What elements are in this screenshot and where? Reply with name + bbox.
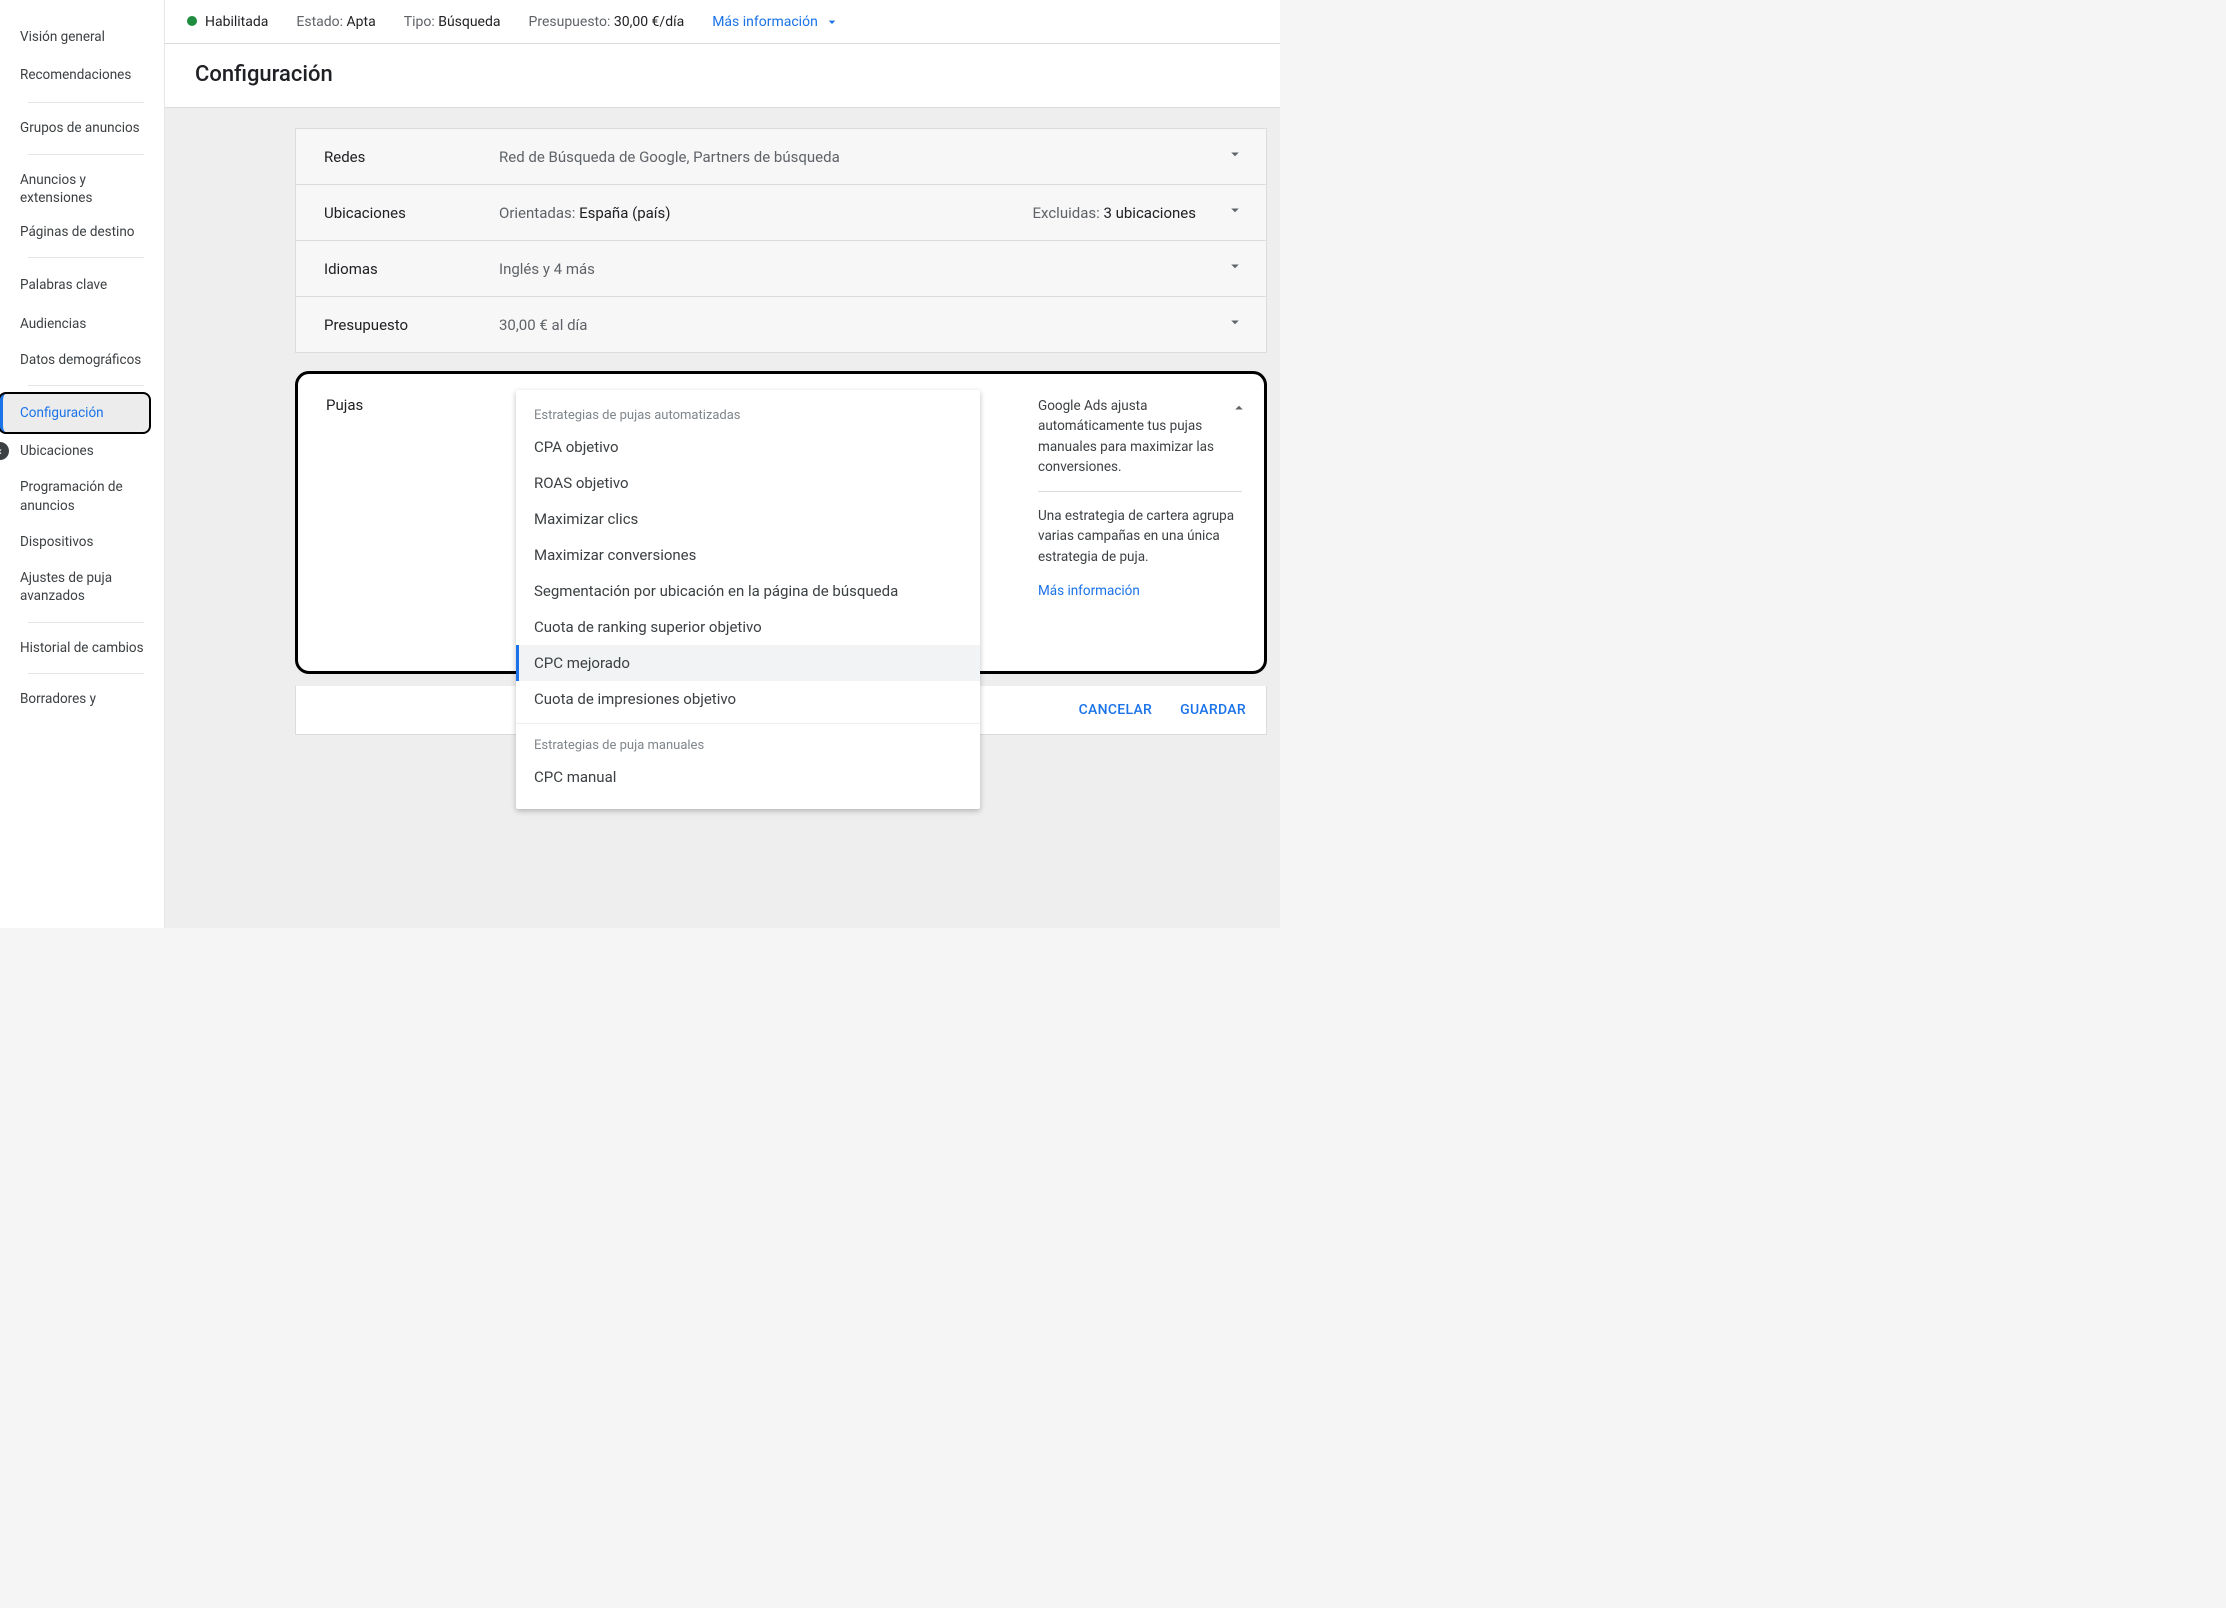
sidebar-divider (28, 257, 144, 258)
sidebar-item-ads-extensions[interactable]: Anuncios y extensiones (0, 163, 164, 215)
setting-value-targeted: Orientadas: España (país) (499, 204, 1033, 222)
chevron-down-icon (824, 14, 840, 30)
info-text-1: Google Ads ajusta automáticamente tus pu… (1038, 396, 1242, 477)
sidebar-divider (28, 673, 144, 674)
sidebar-item-locations[interactable]: Ubicaciones (0, 432, 164, 470)
setting-row-budget[interactable]: Presupuesto 30,00 € al día (295, 297, 1267, 353)
sidebar-divider (28, 385, 144, 386)
bidding-dropdown-area: Estrategias de pujas automatizadas CPA o… (516, 396, 1024, 601)
setting-value: 30,00 € al día (499, 316, 1226, 334)
more-info-link[interactable]: Más información (712, 14, 840, 30)
sidebar: ‹ Visión general Recomendaciones Grupos … (0, 0, 165, 928)
save-button[interactable]: GUARDAR (1180, 702, 1246, 718)
more-info-label: Más información (712, 14, 818, 30)
setting-value-excluded: Excluidas: 3 ubicaciones (1033, 204, 1197, 222)
setting-value: Inglés y 4 más (499, 260, 1226, 278)
sidebar-item-keywords[interactable]: Palabras clave (0, 266, 164, 304)
setting-label: Redes (324, 148, 499, 166)
setting-card-bidding: Pujas Estrategias de pujas automatizadas… (295, 371, 1267, 674)
main: Habilitada Estado: Apta Tipo: Búsqueda P… (165, 0, 1280, 928)
setting-row-languages[interactable]: Idiomas Inglés y 4 más (295, 241, 1267, 297)
sidebar-item-landing-pages[interactable]: Páginas de destino (0, 215, 164, 249)
sidebar-item-adgroups[interactable]: Grupos de anuncios (0, 111, 164, 145)
more-info-link[interactable]: Más información (1038, 581, 1140, 601)
presupuesto-label: Presupuesto: (529, 14, 611, 30)
dropdown-header-manual: Estrategias de puja manuales (516, 723, 980, 759)
bidding-strategy-dropdown[interactable]: Estrategias de pujas automatizadas CPA o… (516, 390, 980, 809)
tipo-value: Búsqueda (438, 14, 500, 30)
sidebar-item-configuration[interactable]: Configuración (0, 394, 149, 432)
collapse-panel-button[interactable] (1230, 398, 1248, 425)
info-divider (1038, 491, 1242, 492)
dropdown-item-enhanced-cpc[interactable]: CPC mejorado (516, 645, 980, 681)
estado-label: Estado: (296, 14, 343, 30)
dropdown-item-outranking-share[interactable]: Cuota de ranking superior objetivo (516, 609, 980, 645)
topbar: Habilitada Estado: Apta Tipo: Búsqueda P… (165, 0, 1280, 44)
app-root: ‹ Visión general Recomendaciones Grupos … (0, 0, 1280, 928)
estado-value: Apta (347, 14, 376, 30)
sidebar-divider (28, 102, 144, 103)
campaign-budget: Presupuesto: 30,00 €/día (529, 14, 685, 30)
sidebar-item-drafts[interactable]: Borradores y (0, 682, 164, 716)
dropdown-item-manual-cpc[interactable]: CPC manual (516, 759, 980, 795)
dropdown-item-location-segmentation[interactable]: Segmentación por ubicación en la página … (516, 573, 980, 609)
sidebar-divider (28, 154, 144, 155)
settings-list: Redes Red de Búsqueda de Google, Partner… (295, 128, 1267, 674)
sidebar-item-audiences[interactable]: Audiencias (0, 305, 164, 343)
page-title: Configuración (195, 62, 1250, 87)
setting-label: Ubicaciones (324, 204, 499, 222)
sidebar-item-devices[interactable]: Dispositivos (0, 523, 164, 561)
sidebar-item-recommendations[interactable]: Recomendaciones (0, 56, 164, 94)
dropdown-item-cpa[interactable]: CPA objetivo (516, 429, 980, 465)
campaign-state: Estado: Apta (296, 14, 375, 30)
page-title-bar: Configuración (165, 44, 1280, 108)
chevron-down-icon (1226, 313, 1244, 336)
setting-row-networks[interactable]: Redes Red de Búsqueda de Google, Partner… (295, 128, 1267, 185)
chevron-down-icon (1226, 257, 1244, 280)
sidebar-item-demographics[interactable]: Datos demográficos (0, 343, 164, 377)
dropdown-item-max-clicks[interactable]: Maximizar clics (516, 501, 980, 537)
bidding-label: Pujas (326, 396, 516, 601)
bidding-info-panel: Google Ads ajusta automáticamente tus pu… (1024, 396, 1252, 601)
tipo-label: Tipo: (404, 14, 435, 30)
setting-label: Idiomas (324, 260, 499, 278)
chevron-down-icon (1226, 145, 1244, 168)
sidebar-item-ad-schedule[interactable]: Programación de anuncios (0, 470, 164, 522)
sidebar-item-change-history[interactable]: Historial de cambios (0, 631, 164, 665)
setting-row-locations[interactable]: Ubicaciones Orientadas: España (país) Ex… (295, 185, 1267, 241)
content: Redes Red de Búsqueda de Google, Partner… (165, 108, 1280, 928)
chevron-down-icon (1226, 201, 1244, 224)
dropdown-item-impression-share[interactable]: Cuota de impresiones objetivo (516, 681, 980, 717)
sidebar-item-advanced-bid[interactable]: Ajustes de puja avanzados (0, 561, 164, 613)
campaign-status-label: Habilitada (205, 14, 268, 30)
info-text-2: Una estrategia de cartera agrupa varias … (1038, 506, 1242, 567)
setting-label: Presupuesto (324, 316, 499, 334)
campaign-type: Tipo: Búsqueda (404, 14, 501, 30)
campaign-status[interactable]: Habilitada (187, 14, 268, 30)
dropdown-item-roas[interactable]: ROAS objetivo (516, 465, 980, 501)
sidebar-item-overview[interactable]: Visión general (0, 18, 164, 56)
sidebar-divider (28, 622, 144, 623)
status-dot-icon (187, 16, 197, 26)
presupuesto-value: 30,00 €/día (614, 14, 684, 30)
dropdown-header-auto: Estrategias de pujas automatizadas (516, 396, 980, 429)
dropdown-item-max-conversions[interactable]: Maximizar conversiones (516, 537, 980, 573)
setting-value: Red de Búsqueda de Google, Partners de b… (499, 148, 1226, 166)
cancel-button[interactable]: CANCELAR (1079, 702, 1153, 718)
